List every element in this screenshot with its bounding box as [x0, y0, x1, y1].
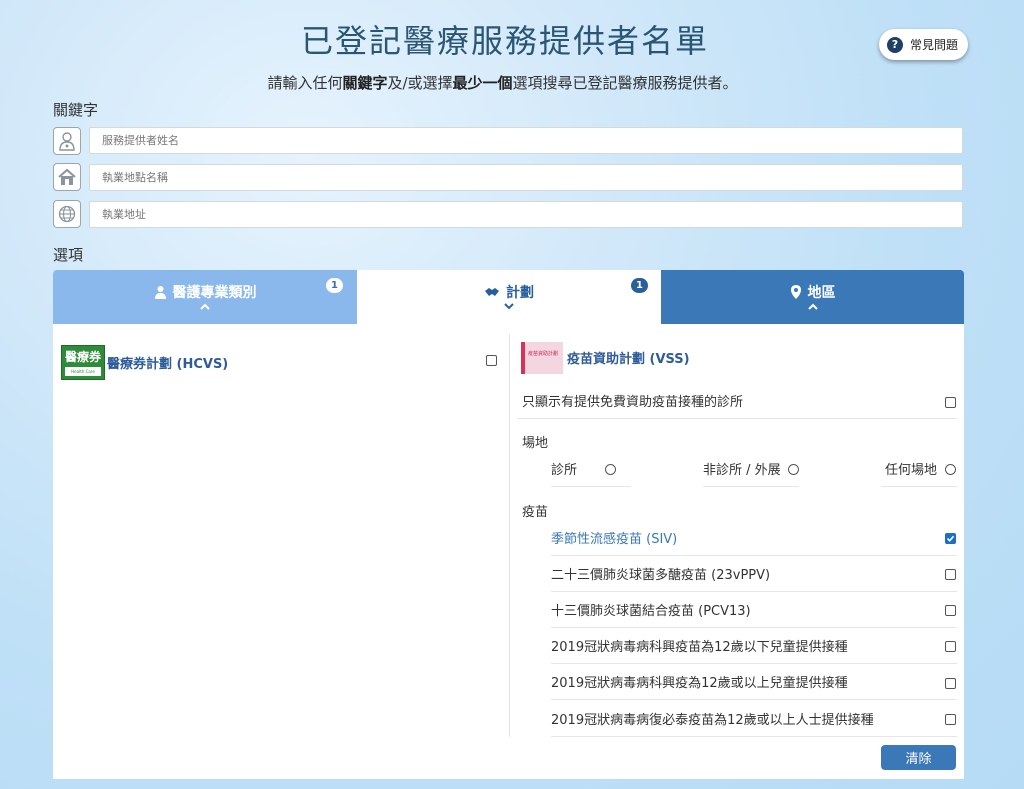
vss-name: 疫苗資助計劃 (VSS) — [567, 352, 690, 367]
tab-professions-label: 醫護專業類別 — [172, 285, 257, 301]
vaccine-pcv13-checkbox[interactable] — [945, 605, 956, 616]
divider — [551, 627, 957, 628]
tab-professions[interactable]: 醫護專業類別 1 — [53, 270, 357, 324]
divider — [551, 591, 957, 592]
handshake-icon — [485, 288, 499, 296]
options-label: 選項 — [53, 246, 84, 264]
map-pin-icon — [790, 285, 801, 299]
vaccine-23vppv-checkbox[interactable] — [945, 569, 956, 580]
vaccine-sinovac-12plus-label: 2019冠狀病毒病科興疫為12歲或以上兒童提供接種 — [551, 676, 848, 691]
globe-icon — [53, 200, 81, 228]
chevron-up-icon — [53, 303, 357, 310]
vaccine-sinovac-12plus-checkbox[interactable] — [945, 678, 956, 689]
chevron-up-icon — [661, 303, 964, 310]
venue-outreach-label: 非診所 / 外展 — [703, 463, 781, 478]
vaccine-siv-checkbox[interactable] — [945, 533, 956, 544]
divider — [551, 486, 631, 487]
vss-logo: 疫苗資助計劃 — [521, 342, 563, 374]
venue-label: 場地 — [522, 436, 549, 451]
venue-outreach-radio[interactable] — [788, 464, 799, 475]
page-title: 已登記醫療服務提供者名單 — [300, 22, 709, 60]
free-only-checkbox[interactable] — [945, 397, 956, 408]
practice-name-input[interactable] — [89, 164, 963, 191]
hcvs-checkbox[interactable] — [486, 355, 497, 366]
divider — [551, 699, 957, 700]
venue-clinic-label: 診所 — [551, 463, 578, 478]
tab-districts[interactable]: 地區 — [661, 270, 964, 324]
faq-button[interactable]: ? 常見問題 — [879, 29, 968, 60]
vaccine-23vppv-label: 二十三價肺炎球菌多醣疫苗 (23vPPV) — [551, 568, 771, 583]
vaccine-pcv13-label: 十三價肺炎球菌結合疫苗 (PCV13) — [551, 604, 751, 619]
divider — [551, 555, 957, 556]
nurse-icon — [154, 286, 166, 299]
divider — [551, 736, 957, 737]
vaccine-biontech-label: 2019冠狀病毒病復必泰疫苗為12歲或以上人士提供接種 — [551, 713, 874, 728]
chevron-down-icon — [357, 303, 661, 310]
tab-schemes-count: 1 — [631, 278, 648, 293]
divider — [517, 418, 957, 419]
options-tabs: 醫護專業類別 1 計劃 1 地區 — [53, 270, 964, 324]
instruction-text: 請輸入任何關鍵字及/或選擇最少一個選項搜尋已登記醫療服務提供者。 — [267, 74, 738, 92]
home-icon — [53, 163, 81, 191]
vaccine-siv-label: 季節性流感疫苗 (SIV) — [551, 532, 678, 547]
tab-schemes[interactable]: 計劃 1 — [357, 270, 661, 324]
venue-any-label: 任何場地 — [885, 463, 938, 478]
free-only-label: 只顯示有提供免費資助疫苗接種的診所 — [522, 395, 744, 410]
vaccine-label: 疫苗 — [522, 505, 549, 520]
vaccine-biontech-checkbox[interactable] — [945, 714, 956, 725]
venue-any-radio[interactable] — [945, 464, 956, 475]
hcvs-logo: 醫療券 Health Care Voucher — [61, 345, 105, 380]
column-divider — [509, 334, 510, 737]
tab-professions-count: 1 — [326, 278, 343, 293]
doctor-icon — [53, 127, 81, 155]
provider-name-input[interactable] — [89, 127, 963, 154]
divider — [551, 663, 957, 664]
hcvs-name: 醫療券計劃 (HCVS) — [107, 357, 229, 372]
venue-clinic-radio[interactable] — [605, 464, 616, 475]
tab-districts-label: 地區 — [807, 285, 836, 301]
faq-label: 常見問題 — [910, 38, 959, 52]
keyword-label: 關鍵字 — [53, 101, 99, 119]
divider — [881, 486, 957, 487]
clear-button[interactable]: 清除 — [881, 745, 956, 770]
question-icon: ? — [887, 36, 903, 53]
practice-address-input[interactable] — [89, 201, 963, 228]
divider — [703, 486, 799, 487]
tab-schemes-label: 計劃 — [506, 285, 534, 301]
vaccine-sinovac-child-label: 2019冠狀病毒病科興疫苗為12歲以下兒童提供接種 — [551, 640, 848, 655]
vaccine-sinovac-child-checkbox[interactable] — [945, 641, 956, 652]
